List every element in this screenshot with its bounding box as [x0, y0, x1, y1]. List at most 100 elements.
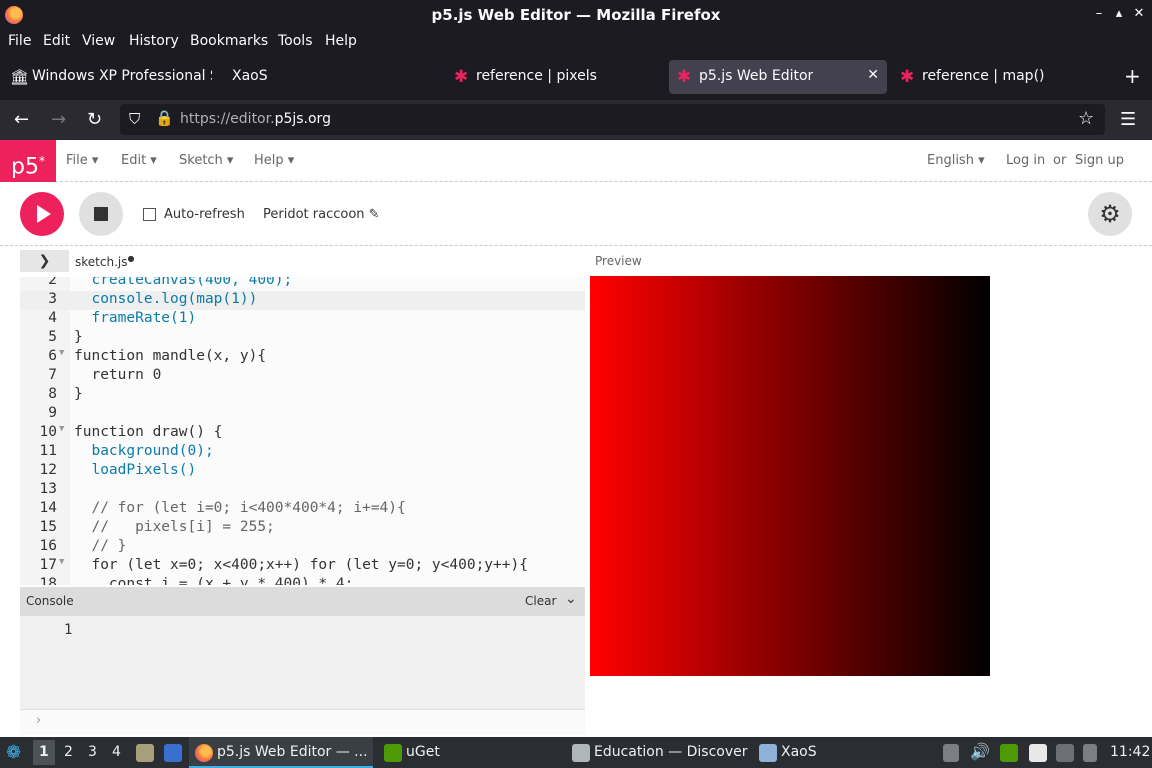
uget-tray-icon[interactable]	[1000, 744, 1018, 762]
code-line[interactable]: 8}	[20, 386, 585, 405]
minimize-icon[interactable]: –	[1090, 5, 1108, 23]
code-line[interactable]: 12 loadPixels()	[20, 462, 585, 481]
p5-menu-sketch[interactable]: Sketch ▾	[179, 153, 233, 168]
notes-tray-icon[interactable]	[1029, 744, 1047, 762]
code-line[interactable]: 4 frameRate(1)	[20, 310, 585, 329]
clock[interactable]: 11:42	[1110, 744, 1150, 760]
desktop-1[interactable]: 1	[39, 744, 49, 760]
menu-file[interactable]: File	[8, 33, 31, 49]
settings-gear-icon[interactable]: ⚙	[1088, 192, 1132, 236]
notifications-tray-icon[interactable]	[1083, 744, 1097, 762]
tab-label: p5.js Web Editor	[699, 68, 814, 84]
code-text: function draw() {	[74, 424, 223, 440]
code-line[interactable]: 6 ▼ function mandle(x, y){	[20, 348, 585, 367]
fold-arrow-icon[interactable]: ▼	[59, 557, 64, 567]
tab-reference-pixels[interactable]: ✱ reference | pixels	[446, 60, 664, 94]
desktop-2[interactable]: 2	[64, 744, 73, 760]
task-uget[interactable]: uGet	[406, 744, 440, 760]
console-input[interactable]: ›	[20, 709, 585, 735]
taskbar: ❁ 1 2 3 4 p5.js Web Editor — ... uGet Ed…	[0, 737, 1152, 768]
fold-arrow-icon[interactable]: ▼	[59, 348, 64, 358]
line-number: 3	[48, 291, 57, 307]
close-window-icon[interactable]: ✕	[1130, 5, 1148, 23]
desktop-3[interactable]: 3	[88, 744, 97, 760]
bookmark-star-icon[interactable]: ☆	[1078, 108, 1094, 129]
line-number: 17	[39, 557, 57, 573]
discover-icon	[572, 744, 590, 762]
code-line[interactable]: 16 // }	[20, 538, 585, 557]
language-select[interactable]: English ▾	[927, 153, 985, 168]
code-line[interactable]: 5}	[20, 329, 585, 348]
login-link[interactable]: Log in	[1006, 153, 1045, 168]
clipboard-icon[interactable]	[943, 744, 959, 762]
file-tab-sketch-js[interactable]: sketch.js●	[75, 254, 134, 269]
line-number: 15	[39, 519, 57, 535]
line-number: 6	[48, 348, 57, 364]
shield-icon[interactable]: ⛉	[129, 110, 140, 128]
console-clear-button[interactable]: Clear	[525, 594, 556, 608]
code-line[interactable]: 13	[20, 481, 585, 500]
back-icon[interactable]: ←	[14, 109, 29, 130]
code-line[interactable]: 9	[20, 405, 585, 424]
menu-view[interactable]: View	[82, 33, 115, 49]
console-output-line: 1	[64, 622, 73, 638]
close-tab-icon[interactable]: ✕	[867, 67, 879, 83]
sidebar-toggle-button[interactable]: ❯	[20, 250, 69, 272]
code-line[interactable]: 15 // pixels[i] = 255;	[20, 519, 585, 538]
menu-tools[interactable]: Tools	[278, 33, 313, 49]
stop-button[interactable]	[79, 192, 123, 236]
signup-link[interactable]: Sign up	[1075, 153, 1124, 168]
forward-icon[interactable]: →	[51, 109, 66, 130]
p5-menu-edit[interactable]: Edit ▾	[121, 153, 157, 168]
tab-p5-editor[interactable]: ✱ p5.js Web Editor ✕	[669, 60, 887, 94]
sketch-name[interactable]: Peridot raccoon ✎	[263, 207, 380, 222]
menu-help[interactable]: Help	[325, 33, 357, 49]
menu-history[interactable]: History	[129, 33, 179, 49]
menu-bookmarks[interactable]: Bookmarks	[190, 33, 268, 49]
task-firefox[interactable]: p5.js Web Editor — ...	[189, 737, 373, 768]
tab-label: Windows XP Professional S	[32, 68, 212, 84]
preview-canvas[interactable]	[590, 276, 990, 676]
code-line[interactable]: 10 ▼ function draw() {	[20, 424, 585, 443]
desktop-4[interactable]: 4	[112, 744, 121, 760]
code-line[interactable]: 18 const i = (x + y * 400) * 4;	[20, 576, 585, 585]
display-tray-icon[interactable]	[1056, 744, 1074, 762]
p5-menu-help[interactable]: Help ▾	[254, 153, 294, 168]
code-line[interactable]: 2 createCanvas(400, 400);	[20, 277, 585, 291]
maximize-icon[interactable]: ▴	[1110, 5, 1128, 23]
play-button[interactable]	[20, 192, 64, 236]
code-line[interactable]: 7 return 0	[20, 367, 585, 386]
code-text: return 0	[74, 367, 162, 383]
tab-reference-map[interactable]: ✱ reference | map()	[892, 60, 1110, 94]
volume-icon[interactable]: 🔊	[970, 742, 990, 761]
code-editor[interactable]: 2 createCanvas(400, 400); 3 console.log(…	[20, 277, 585, 585]
file-manager-icon[interactable]	[136, 744, 154, 762]
tab-windows-xp[interactable]: 🏛 Windows XP Professional S	[2, 60, 216, 94]
tab-label: reference | pixels	[476, 68, 597, 84]
p5-logo[interactable]: p5*	[0, 140, 56, 182]
reload-icon[interactable]: ↻	[87, 109, 102, 130]
navigation-bar: ← → ↻ ⛉ 🔒 https://editor.p5js.org ☆ ☰	[0, 100, 1152, 140]
task-discover[interactable]: Education — Discover	[594, 744, 747, 760]
task-xaos[interactable]: XaoS	[781, 744, 817, 760]
tab-xaos[interactable]: XaoS	[222, 60, 442, 94]
lock-icon[interactable]: 🔒	[155, 109, 174, 127]
code-line[interactable]: 11 background(0);	[20, 443, 585, 462]
chevron-down-icon[interactable]: ⌄	[565, 591, 577, 607]
p5-menu-file[interactable]: File ▾	[66, 153, 98, 168]
application-launcher-icon[interactable]: ❁	[6, 742, 21, 763]
code-line-active[interactable]: 3 console.log(map(1))	[20, 291, 585, 310]
hamburger-menu-icon[interactable]: ☰	[1120, 109, 1136, 130]
menu-edit[interactable]: Edit	[43, 33, 70, 49]
code-line[interactable]: 17 ▼ for (let x=0; x<400;x++) for (let y=…	[20, 557, 585, 576]
auto-refresh-checkbox[interactable]	[143, 208, 156, 221]
or-text: or	[1053, 153, 1067, 168]
tab-label: XaoS	[232, 68, 268, 84]
code-line[interactable]: 14 // for (let i=0; i<400*400*4; i+=4){	[20, 500, 585, 519]
show-desktop-icon[interactable]	[164, 744, 182, 762]
url-text[interactable]: https://editor.p5js.org	[180, 111, 331, 127]
console-title: Console	[26, 594, 74, 608]
fold-arrow-icon[interactable]: ▼	[59, 424, 64, 434]
url-bar[interactable]: ⛉ 🔒 https://editor.p5js.org ☆	[120, 104, 1105, 135]
new-tab-button[interactable]: +	[1124, 64, 1141, 88]
